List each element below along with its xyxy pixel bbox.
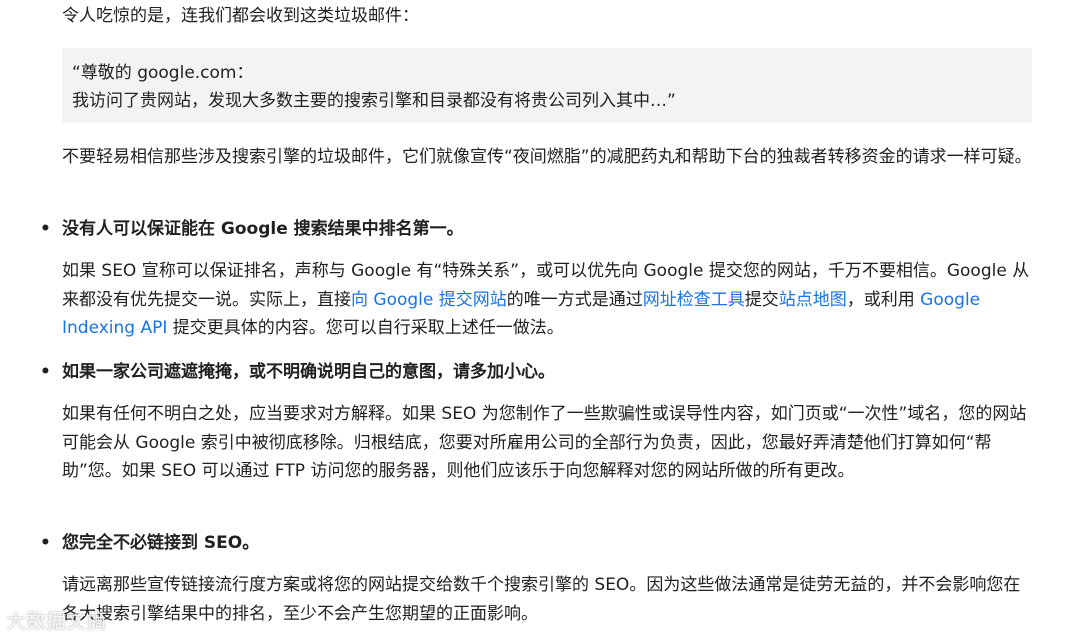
bullet-dot-icon: • <box>40 362 51 382</box>
bullet-title: 您完全不必链接到 SEO。 <box>62 533 260 553</box>
spam-warning-paragraph: 不要轻易相信那些涉及搜索引擎的垃圾邮件，它们就像宣传“夜间燃脂”的减肥药丸和帮助… <box>62 147 1032 167</box>
bullet-dot-icon: • <box>40 533 51 553</box>
bullet-title: 如果一家公司遮遮掩掩，或不明确说明自己的意图，请多加小心。 <box>62 362 555 382</box>
bullet-be-careful: • 如果一家公司遮遮掩掩，或不明确说明自己的意图，请多加小心。 <box>40 358 555 386</box>
bullet-title: 没有人可以保证能在 Google 搜索结果中排名第一。 <box>62 219 464 239</box>
bullet-2-paragraph: 如果有任何不明白之处，应当要求对方解释。如果 SEO 为您制作了一些欺骗性或误导… <box>62 404 1027 481</box>
quote-line-1: “尊敬的 google.com： <box>72 63 254 83</box>
text-segment: 的唯一方式是通过 <box>506 289 643 310</box>
bullet-dot-icon: • <box>40 219 51 239</box>
sitemap-link[interactable]: 站点地图 <box>779 290 847 310</box>
text-segment: ，或利用 <box>846 289 921 310</box>
watermark-logo: 大数据文摘 <box>6 609 106 633</box>
bullet-no-guarantee: • 没有人可以保证能在 Google 搜索结果中排名第一。 <box>40 215 464 243</box>
submit-site-link[interactable]: 向 Google 提交网站 <box>351 290 507 310</box>
text-segment: 提交 <box>744 289 779 310</box>
intro-text: 令人吃惊的是，连我们都会收到这类垃圾邮件： <box>62 6 419 26</box>
bullet-no-link: • 您完全不必链接到 SEO。 <box>40 529 259 557</box>
text-segment: 提交更具体的内容。您可以自行采取上述任一做法。 <box>167 318 564 338</box>
url-inspection-tool-link[interactable]: 网址检查工具 <box>643 290 745 310</box>
bullet-1-paragraph: 如果 SEO 宣称可以保证排名，声称与 Google 有“特殊关系”，或可以优先… <box>62 257 1034 343</box>
bullet-3-paragraph: 请远离那些宣传链接流行度方案或将您的网站提交给数千个搜索引擎的 SEO。因为这些… <box>62 575 1021 624</box>
spam-quote-block: “尊敬的 google.com： 我访问了贵网站，发现大多数主要的搜索引擎和目录… <box>62 48 1032 123</box>
quote-line-2: 我访问了贵网站，发现大多数主要的搜索引擎和目录都没有将贵公司列入其中…” <box>72 91 676 111</box>
